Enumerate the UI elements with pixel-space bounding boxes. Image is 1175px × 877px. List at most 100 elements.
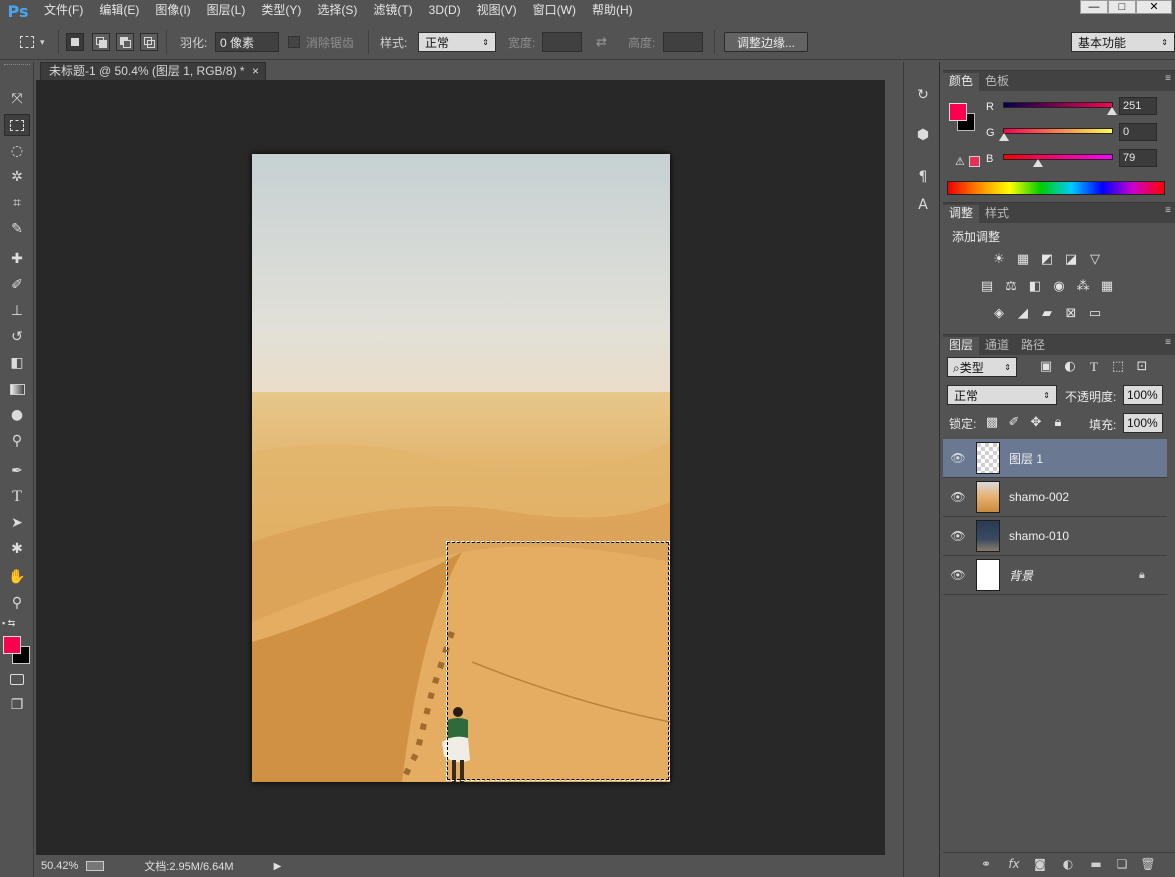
visibility-eye-icon[interactable]: 👁︎ (949, 449, 967, 467)
visibility-eye-icon[interactable]: 👁︎ (949, 566, 967, 584)
menu-select[interactable]: 选择(S) (309, 0, 365, 22)
link-layers-icon[interactable]: ⚭ (977, 857, 995, 873)
history-brush-tool-icon[interactable]: ↺ (4, 326, 30, 348)
healing-brush-tool-icon[interactable]: ✚ (4, 248, 30, 270)
gamut-warning-icon[interactable]: ⚠ (955, 155, 965, 168)
document-tab[interactable]: 未标题-1 @ 50.4% (图层 1, RGB/8) * × (40, 62, 266, 80)
layer-row[interactable]: 👁︎ shamo-010 (943, 517, 1167, 556)
channel-value-input[interactable]: 79 (1119, 149, 1157, 167)
levels-icon[interactable]: ▦ (1014, 252, 1032, 268)
selection-marquee[interactable] (446, 541, 670, 781)
tab-color[interactable]: 颜色 (943, 73, 980, 91)
black-white-icon[interactable]: ◧ (1026, 279, 1044, 295)
history-panel-icon[interactable]: ↻ (912, 84, 934, 106)
channel-value-input[interactable]: 0 (1119, 123, 1157, 141)
add-selection-icon[interactable] (92, 33, 110, 51)
path-selection-tool-icon[interactable]: ➤ (4, 512, 30, 534)
menu-help[interactable]: 帮助(H) (584, 0, 641, 22)
channel-value-input[interactable]: 251 (1119, 97, 1157, 115)
move-tool-icon[interactable]: ⤧ (4, 88, 30, 110)
feather-input[interactable]: 0 像素 (215, 32, 279, 52)
close-document-icon[interactable]: × (252, 63, 259, 80)
layer-row[interactable]: 👁︎ 图层 1 (943, 439, 1167, 478)
visibility-eye-icon[interactable]: 👁︎ (949, 488, 967, 506)
marquee-preset-icon[interactable]: ▾ (20, 32, 45, 52)
menu-edit[interactable]: 编辑(E) (91, 0, 147, 22)
gradient-tool-icon[interactable] (4, 378, 30, 400)
visibility-eye-icon[interactable]: 👁︎ (949, 527, 967, 545)
tab-paths[interactable]: 路径 (1015, 337, 1051, 355)
new-layer-icon[interactable]: ❏ (1113, 857, 1131, 873)
lock-position-icon[interactable]: ✥ (1027, 415, 1045, 431)
crop-tool-icon[interactable]: ⌗ (4, 192, 30, 214)
channel-slider[interactable] (999, 128, 1113, 141)
subtract-selection-icon[interactable] (116, 33, 134, 51)
fx-icon[interactable]: fx (1005, 857, 1023, 873)
workspace-select[interactable]: 基本功能 ⇕ (1071, 32, 1175, 52)
fill-input[interactable]: 100% (1123, 413, 1163, 433)
slider-thumb[interactable] (999, 133, 1009, 141)
slider-thumb[interactable] (1107, 107, 1118, 115)
lock-all-icon[interactable]: 🔒︎ (1049, 415, 1067, 431)
vibrance-icon[interactable]: ▽ (1086, 252, 1104, 268)
3d-panel-icon[interactable]: ⬢ (912, 124, 934, 146)
color-spectrum[interactable] (947, 181, 1165, 195)
character-panel-icon[interactable]: A (912, 194, 934, 216)
default-colors-icon[interactable]: ▪ ⇆ (2, 618, 32, 630)
paragraph-panel-icon[interactable]: ¶ (912, 166, 934, 188)
screen-mode-icon[interactable]: ❐ (4, 694, 30, 716)
new-selection-icon[interactable] (66, 33, 84, 51)
filter-type-icon[interactable]: T (1085, 359, 1103, 375)
layer-filter-select[interactable]: ⌕类型 ⇕ (947, 357, 1017, 377)
brightness-icon[interactable]: ☀ (990, 252, 1008, 268)
blend-mode-select[interactable]: 正常 ⇕ (947, 385, 1057, 405)
document-canvas[interactable] (252, 154, 670, 782)
panel-menu-icon[interactable]: ≡ (1165, 205, 1171, 216)
panel-menu-icon[interactable]: ≡ (1165, 73, 1171, 84)
threshold-icon[interactable]: ▰ (1038, 306, 1056, 322)
minimize-button[interactable]: — (1080, 0, 1108, 14)
maximize-button[interactable]: □ (1108, 0, 1136, 14)
exposure-icon[interactable]: ◪ (1062, 252, 1080, 268)
style-select[interactable]: 正常 ⇕ (418, 32, 496, 52)
clone-stamp-tool-icon[interactable]: ⊥ (4, 300, 30, 322)
channel-slider[interactable] (1003, 102, 1118, 115)
layer-row[interactable]: 👁︎ 背景 🔒︎ (943, 556, 1167, 595)
menu-type[interactable]: 类型(Y) (253, 0, 309, 22)
opacity-input[interactable]: 100% (1123, 385, 1163, 405)
filter-pixel-icon[interactable]: ▣ (1037, 359, 1055, 375)
zoom-level[interactable]: 50.42% (41, 860, 78, 872)
proof-icon[interactable] (86, 861, 105, 871)
eyedropper-tool-icon[interactable]: ✎ (4, 218, 30, 240)
status-arrow-icon[interactable]: ▶ (274, 861, 282, 872)
invert-icon[interactable]: ◈ (990, 306, 1008, 322)
tab-layers[interactable]: 图层 (943, 337, 980, 355)
filter-smart-icon[interactable]: ⊡ (1133, 359, 1151, 375)
height-input[interactable] (663, 32, 703, 52)
menu-view[interactable]: 视图(V) (469, 0, 525, 22)
panel-menu-icon[interactable]: ≡ (1165, 337, 1171, 348)
lock-image-icon[interactable]: ✐ (1005, 415, 1023, 431)
menu-window[interactable]: 窗口(W) (525, 0, 584, 22)
zoom-tool-icon[interactable]: ⚲ (4, 592, 30, 614)
gradient-map-icon[interactable]: ▭ (1086, 306, 1104, 322)
menu-3d[interactable]: 3D(D) (421, 0, 469, 22)
canvas-scrollbar[interactable] (885, 80, 902, 855)
quick-mask-icon[interactable] (4, 668, 30, 690)
refine-edge-button[interactable]: 调整边缘... (724, 32, 808, 52)
magic-wand-tool-icon[interactable]: ✲ (4, 166, 30, 188)
hand-tool-icon[interactable]: ✋ (4, 566, 30, 588)
tab-channels[interactable]: 通道 (979, 337, 1015, 355)
blur-tool-icon[interactable]: ● (4, 404, 30, 426)
marquee-tool-icon[interactable] (4, 114, 30, 136)
tab-swatches[interactable]: 色板 (979, 73, 1015, 91)
channel-mixer-icon[interactable]: ⁂ (1074, 279, 1092, 295)
color-balance-icon[interactable]: ⚖ (1002, 279, 1020, 295)
slider-thumb[interactable] (1033, 159, 1044, 167)
panel-fg-swatch[interactable] (949, 103, 967, 121)
antialias-checkbox[interactable]: 消除锯齿 (288, 32, 354, 52)
swap-icon[interactable]: ⇄ (596, 32, 607, 52)
filter-shape-icon[interactable]: ⬚ (1109, 359, 1127, 375)
pen-tool-icon[interactable]: ✒ (4, 460, 30, 482)
lasso-tool-icon[interactable]: ◌ (4, 140, 30, 162)
